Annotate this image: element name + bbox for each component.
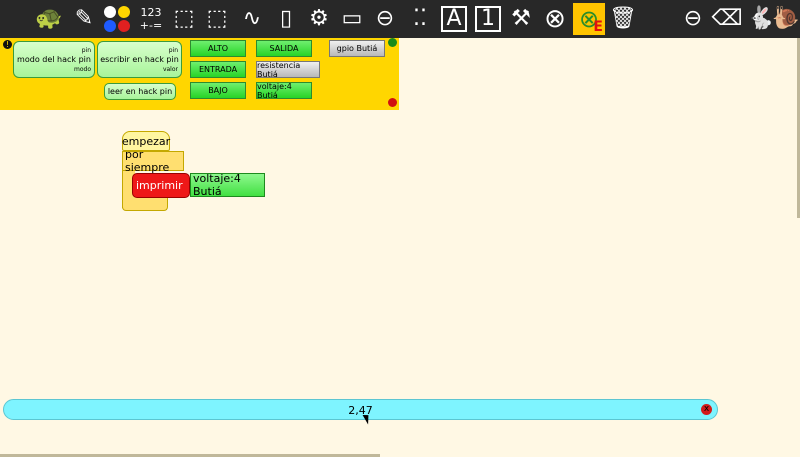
entrada-block[interactable]: ENTRADA	[190, 61, 246, 78]
voltage-block[interactable]: voltaje:4 Butiá	[190, 172, 265, 198]
alto-block[interactable]: ALTO	[190, 40, 246, 57]
voltaje-palette-label: voltaje:4 Butiá	[257, 81, 292, 100]
presentation-glyph: ▭	[341, 6, 363, 31]
stop-icon[interactable]: ⊗	[539, 3, 571, 35]
leer-label: leer en hack pin	[107, 87, 173, 96]
pen-icon[interactable]: ✎	[68, 3, 100, 35]
forever-footer	[122, 196, 168, 211]
modo-modo-label: modo	[74, 66, 91, 73]
modo-label: modo del hack pin	[17, 55, 91, 64]
resistencia-block[interactable]: resistencia Butiá	[256, 60, 320, 79]
trash-icon[interactable]: 🗑	[607, 3, 639, 35]
actions-icon[interactable]: ∿	[236, 3, 268, 35]
presentation-icon[interactable]: ▭	[336, 3, 368, 35]
salida-label: SALIDA	[269, 44, 299, 53]
bajo-block[interactable]: BAJO	[190, 82, 246, 99]
escribir-pin-label: pin	[168, 47, 178, 54]
close-status-button[interactable]: x	[701, 404, 712, 415]
status-value: 2,47	[348, 404, 373, 417]
error-icon[interactable]: ⊗ E	[573, 3, 605, 35]
boxes-icon[interactable]: ⬚	[201, 3, 233, 35]
butia-glyph: ⚒	[511, 6, 531, 31]
modo-pin-label: pin	[81, 47, 91, 54]
escribir-hack-pin-block[interactable]: escribir en hack pin pin valor	[97, 41, 182, 78]
status-bar: 2,47 x	[3, 399, 718, 420]
snail-glyph: 🐌	[772, 6, 800, 31]
gpio-label: gpio Butiá	[336, 44, 378, 53]
input-glyph: 1	[475, 6, 501, 32]
modo-hack-pin-block[interactable]: modo del hack pin pin modo	[13, 41, 95, 78]
dots-icon[interactable]: ⁚⁚	[404, 3, 436, 35]
expand-arrow-icon[interactable]	[388, 38, 397, 47]
butia-icon[interactable]: ⚒	[505, 3, 537, 35]
flow-icon[interactable]: ⬚	[168, 3, 200, 35]
resistencia-label: resistencia Butiá	[257, 60, 301, 79]
numbers-bottom: +-=	[139, 19, 163, 32]
hide-glyph: ⊖	[683, 6, 703, 31]
sensors-glyph: ▯	[279, 6, 293, 31]
info-icon[interactable]: !	[3, 40, 12, 49]
bajo-label: BAJO	[208, 86, 228, 95]
snail-icon[interactable]: 🐌	[770, 3, 800, 35]
collapse-icon[interactable]	[388, 98, 397, 107]
actions-glyph: ∿	[242, 6, 262, 31]
voltaje-palette-block[interactable]: voltaje:4 Butiá	[256, 81, 312, 100]
dots-glyph: ⁚⁚	[413, 6, 427, 31]
gpio-block[interactable]: gpio Butiá	[329, 40, 385, 57]
palette-glyph: ⊖	[375, 6, 395, 31]
hide-icon[interactable]: ⊖	[677, 3, 709, 35]
forever-block[interactable]: por siempre	[122, 148, 184, 174]
pen-glyph: ✎	[74, 6, 94, 31]
voltage-label: voltaje:4 Butiá	[193, 172, 241, 198]
font-icon[interactable]: A	[438, 3, 470, 35]
block-palette: ! modo del hack pin pin modo escribir en…	[0, 38, 399, 110]
boxes-glyph: ⬚	[206, 6, 228, 31]
salida-block[interactable]: SALIDA	[256, 40, 312, 57]
eraser-glyph: ⌫	[711, 6, 743, 31]
extras-icon[interactable]: ⚙	[303, 3, 335, 35]
input-icon[interactable]: 1	[472, 3, 504, 35]
numbers-icon[interactable]: 123 +-=	[135, 3, 167, 35]
palette-icon[interactable]: ⊖	[369, 3, 401, 35]
extras-glyph: ⚙	[309, 6, 329, 31]
stop-glyph: ⊗	[544, 4, 566, 34]
print-label: imprimir	[136, 179, 183, 192]
toolbar: 🐢 ✎ 123 +-= ⬚ ⬚ ∿ ▯ ⚙ ▭ ⊖ ⁚⁚ A 1 ⚒ ⊗ ⊗ E…	[0, 0, 800, 38]
colors-icon[interactable]	[101, 3, 133, 35]
error-e-glyph: E	[593, 19, 603, 35]
escribir-valor-label: valor	[162, 66, 178, 73]
numbers-top: 123	[140, 6, 162, 19]
eraser-icon[interactable]: ⌫	[711, 3, 743, 35]
start-label: empezar	[121, 134, 171, 148]
sensors-icon[interactable]: ▯	[270, 3, 302, 35]
turtle-glyph: 🐢	[35, 6, 63, 31]
font-glyph: A	[441, 6, 467, 32]
turtle-icon[interactable]: 🐢	[33, 3, 65, 35]
escribir-label: escribir en hack pin	[100, 55, 179, 64]
flow-glyph: ⬚	[173, 6, 195, 31]
leer-hack-pin-block[interactable]: leer en hack pin	[104, 83, 176, 100]
alto-label: ALTO	[207, 44, 228, 53]
entrada-label: ENTRADA	[198, 65, 238, 74]
color-dots	[104, 6, 130, 32]
trash-glyph: 🗑	[609, 6, 637, 31]
print-block[interactable]: imprimir	[132, 173, 190, 198]
